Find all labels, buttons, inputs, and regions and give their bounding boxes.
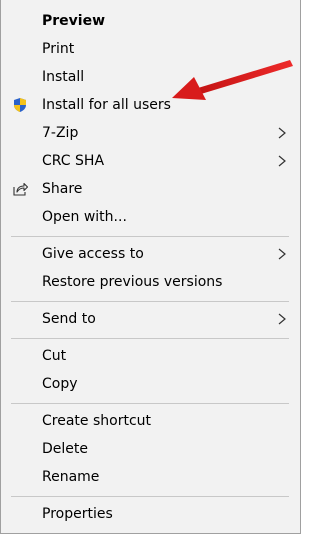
- menu-separator: [11, 338, 289, 339]
- menu-item-rename[interactable]: Rename: [1, 463, 300, 491]
- menu-separator: [11, 236, 289, 237]
- menu-item-send-to[interactable]: Send to: [1, 305, 300, 333]
- menu-item-share[interactable]: Share: [1, 175, 300, 203]
- menu-item-crc-sha[interactable]: CRC SHA: [1, 147, 300, 175]
- chevron-right-icon: [278, 248, 286, 260]
- menu-item-7zip[interactable]: 7-Zip: [1, 119, 300, 147]
- chevron-right-icon: [278, 127, 286, 139]
- menu-item-copy[interactable]: Copy: [1, 370, 300, 398]
- menu-item-give-access[interactable]: Give access to: [1, 240, 300, 268]
- menu-item-properties[interactable]: Properties: [1, 500, 300, 528]
- menu-item-label: Copy: [42, 376, 78, 392]
- menu-item-cut[interactable]: Cut: [1, 342, 300, 370]
- menu-separator: [11, 301, 289, 302]
- share-icon: [13, 182, 28, 196]
- menu-item-label: Rename: [42, 469, 100, 485]
- menu-item-label: Send to: [42, 311, 96, 327]
- menu-item-label: Preview: [42, 13, 106, 29]
- menu-item-open-with[interactable]: Open with...: [1, 203, 300, 231]
- menu-item-label: Create shortcut: [42, 413, 152, 429]
- menu-item-label: Properties: [42, 506, 113, 522]
- menu-item-label: Print: [42, 41, 75, 57]
- menu-item-restore-versions[interactable]: Restore previous versions: [1, 268, 300, 296]
- menu-item-label: Give access to: [42, 246, 144, 262]
- menu-separator: [11, 496, 289, 497]
- menu-item-label: Open with...: [42, 209, 127, 225]
- menu-item-label: Delete: [42, 441, 88, 457]
- menu-item-label: 7-Zip: [42, 125, 79, 141]
- menu-item-label: CRC SHA: [42, 153, 105, 169]
- menu-item-label: Install for all users: [42, 97, 171, 113]
- red-arrow-icon: [172, 60, 293, 100]
- menu-item-label: Share: [42, 181, 83, 197]
- menu-item-delete[interactable]: Delete: [1, 435, 300, 463]
- chevron-right-icon: [278, 155, 286, 167]
- menu-item-label: Cut: [42, 348, 67, 364]
- menu-item-label: Install: [42, 69, 85, 85]
- menu-item-preview[interactable]: Preview: [1, 7, 300, 35]
- menu-item-label: Restore previous versions: [42, 274, 223, 290]
- chevron-right-icon: [278, 313, 286, 325]
- menu-separator: [11, 403, 289, 404]
- uac-shield-icon: [14, 98, 26, 112]
- menu-item-create-shortcut[interactable]: Create shortcut: [1, 407, 300, 435]
